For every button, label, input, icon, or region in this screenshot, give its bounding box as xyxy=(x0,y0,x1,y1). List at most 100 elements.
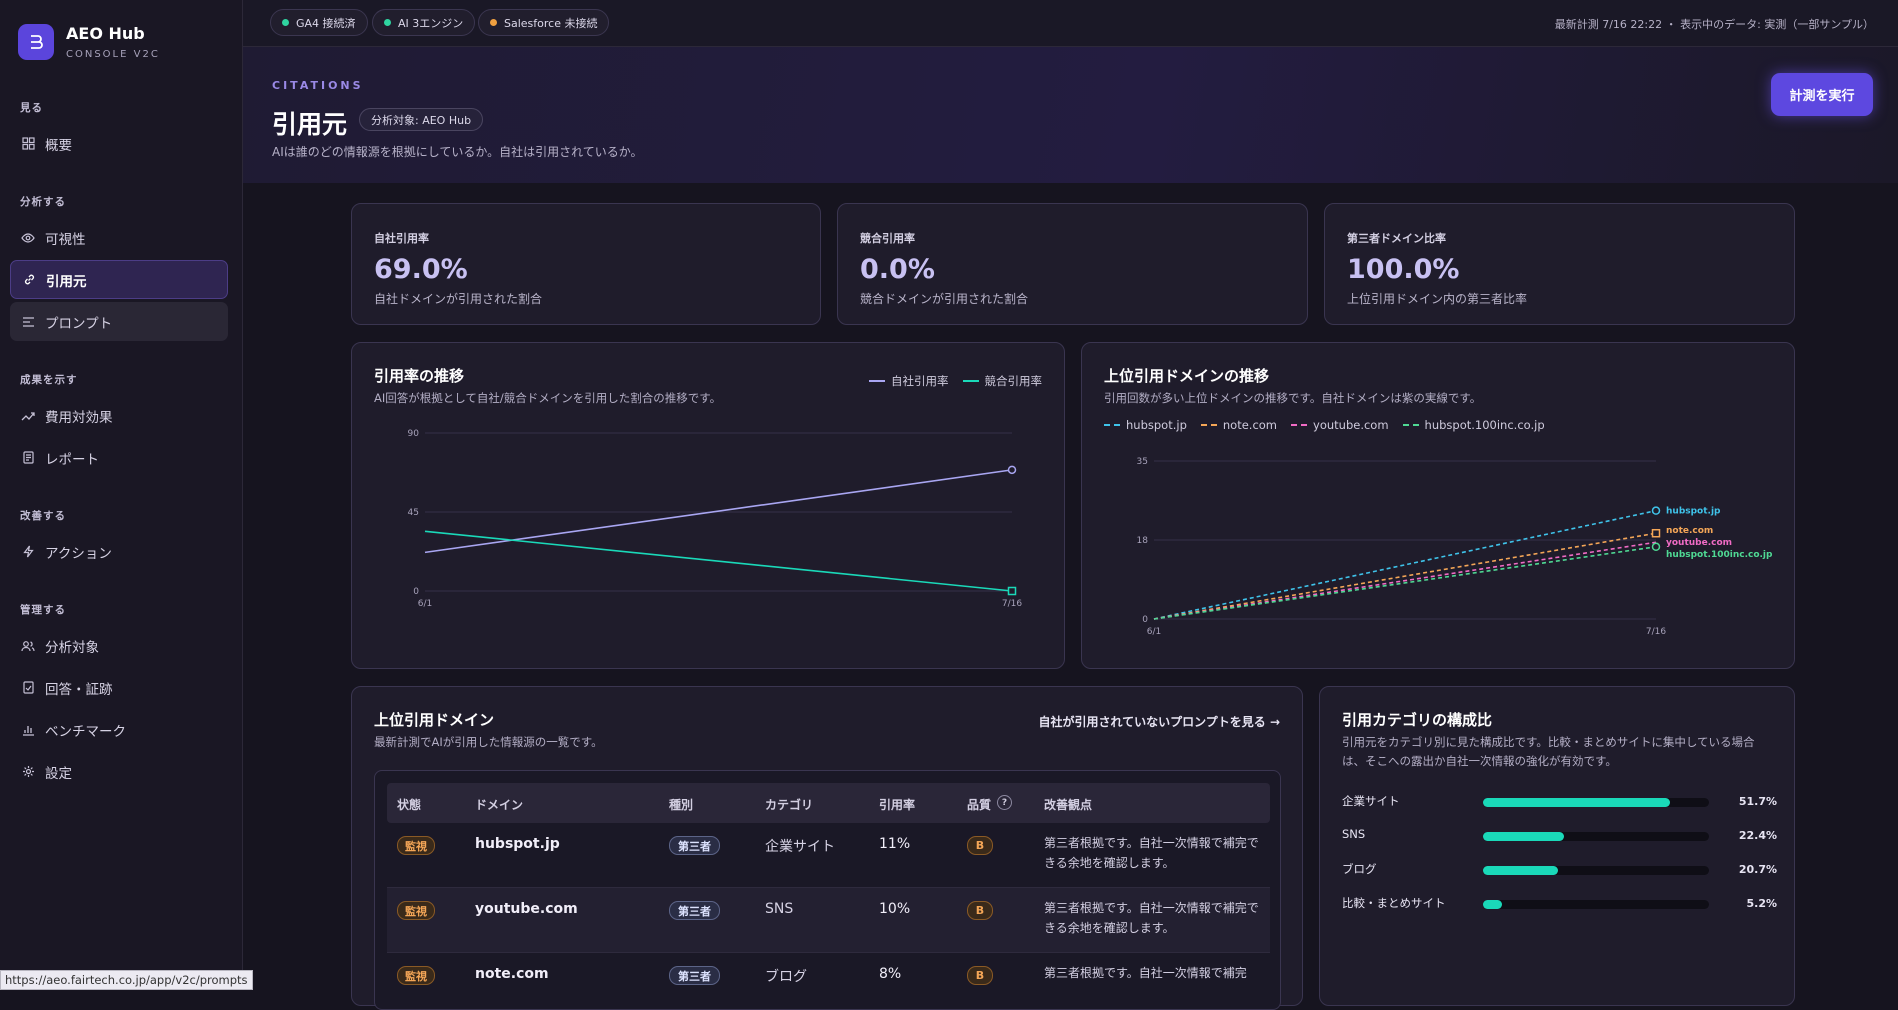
y-tick-label: 90 xyxy=(408,429,420,439)
data-point[interactable] xyxy=(1007,586,1017,596)
data-point[interactable] xyxy=(1651,542,1661,552)
category-bar-fill xyxy=(1483,900,1502,909)
brand-logo-icon xyxy=(18,24,54,60)
sidebar-item-label: 可視性 xyxy=(45,231,86,248)
breakdown-title: 引用カテゴリの構成比 xyxy=(1342,711,1493,729)
series-line[interactable] xyxy=(424,530,1013,592)
column-header[interactable]: 品質 xyxy=(967,796,991,813)
help-icon[interactable]: ? xyxy=(997,795,1012,810)
sidebar-item-citations[interactable]: 引用元 xyxy=(10,260,228,299)
document-icon xyxy=(21,451,35,465)
series-line[interactable] xyxy=(1153,545,1657,620)
sidebar-item-targets[interactable]: 分析対象 xyxy=(10,626,228,665)
table-row[interactable]: 監視 hubspot.jp 第三者 企業サイト 11% B 第三者根拠です。自社… xyxy=(387,823,1270,888)
sidebar-item-prompts[interactable]: プロンプト xyxy=(10,302,228,341)
data-point[interactable] xyxy=(1007,465,1017,475)
sidebar-item-evidence[interactable]: 回答・証跡 xyxy=(10,668,228,707)
improvement-note: 第三者根拠です。自社一次情報で補完 xyxy=(1044,966,1247,980)
sidebar-item-settings[interactable]: 設定 xyxy=(10,752,228,791)
type-badge: 第三者 xyxy=(669,901,720,920)
x-tick-label: 7/16 xyxy=(1002,599,1022,609)
category-bar-fill xyxy=(1483,798,1670,807)
x-tick-label: 6/1 xyxy=(418,599,432,609)
sidebar-item-actions[interactable]: アクション xyxy=(10,532,228,571)
column-header[interactable]: カテゴリ xyxy=(765,796,813,813)
nav-section-results: 成果を示す xyxy=(20,374,78,386)
domain-cell[interactable]: youtube.com xyxy=(475,901,578,917)
citation-rate-chart-card: 引用率の推移 AI回答が根拠として自社/競合ドメインを引用した割合の推移です。 … xyxy=(351,342,1065,669)
category-bar-row: 比較・まとめサイト 5.2% xyxy=(1342,895,1777,915)
sidebar-item-reports[interactable]: レポート xyxy=(10,438,228,477)
ai-engines-pill[interactable]: AI 3エンジン xyxy=(372,9,476,36)
table-description: 最新計測でAIが引用した情報源の一覧です。 xyxy=(374,735,603,749)
bolt-icon xyxy=(21,545,35,559)
pill-label: GA4 接続済 xyxy=(296,16,356,30)
series-line[interactable] xyxy=(1153,541,1657,620)
eye-icon xyxy=(21,231,35,245)
measurement-status: 最新計測 7/16 22:22 ・ 表示中のデータ: 実測（一部サンプル） xyxy=(1554,18,1874,31)
kpi-value: 100.0% xyxy=(1347,254,1460,285)
category-label: 企業サイト xyxy=(1342,794,1400,808)
sidebar-item-overview[interactable]: 概要 xyxy=(10,124,228,163)
column-header[interactable]: 種別 xyxy=(669,796,693,813)
type-badge: 第三者 xyxy=(669,966,720,985)
uncited-prompts-link[interactable]: 自社が引用されていないプロンプトを見る → xyxy=(1038,713,1280,730)
column-header[interactable]: 改善観点 xyxy=(1044,796,1092,813)
rate-cell: 10% xyxy=(879,901,911,917)
table-row[interactable]: 監視 youtube.com 第三者 SNS 10% B 第三者根拠です。自社一… xyxy=(387,888,1270,953)
sidebar-item-roi[interactable]: 費用対効果 xyxy=(10,396,228,435)
category-percent: 5.2% xyxy=(1746,897,1777,910)
table-row[interactable]: 監視 note.com 第三者 ブログ 8% B 第三者根拠です。自社一次情報で… xyxy=(387,953,1270,1009)
check-document-icon xyxy=(21,681,35,695)
nav-section-view: 見る xyxy=(20,102,43,114)
x-tick-label: 7/16 xyxy=(1646,627,1666,637)
sidebar-item-label: 回答・証跡 xyxy=(45,681,113,698)
data-point[interactable] xyxy=(1651,528,1661,538)
domain-trend-plot: 35 18 0 6/1 7/16 hubspot.jp note.com youtube.co… xyxy=(1137,457,1773,637)
category-bar-fill xyxy=(1483,832,1564,841)
category-label: 比較・まとめサイト xyxy=(1342,896,1446,910)
category-bar-row: ブログ 20.7% xyxy=(1342,861,1777,881)
brand[interactable]: AEO Hub CONSOLE V2C xyxy=(18,24,160,60)
salesforce-status-pill[interactable]: Salesforce 未接続 xyxy=(478,9,610,36)
sidebar: AEO Hub CONSOLE V2C 見る 概要 分析する 可視性 引用元 プ… xyxy=(0,0,243,990)
nav-section-improve: 改善する xyxy=(20,510,66,522)
list-icon xyxy=(21,315,35,329)
category-bar-track xyxy=(1483,900,1709,909)
column-header[interactable]: ドメイン xyxy=(475,796,523,813)
sidebar-item-label: レポート xyxy=(45,451,99,468)
status-badge: 監視 xyxy=(397,901,435,920)
nav-section-analyze: 分析する xyxy=(20,196,66,208)
sidebar-item-label: 費用対効果 xyxy=(45,409,113,426)
sidebar-item-benchmark[interactable]: ベンチマーク xyxy=(10,710,228,749)
page-eyebrow: CITATIONS xyxy=(272,79,364,92)
sidebar-item-visibility[interactable]: 可視性 xyxy=(10,218,228,257)
brand-name: AEO Hub xyxy=(66,24,145,43)
kpi-card-own-citation: 自社引用率 69.0% 自社ドメインが引用された割合 xyxy=(351,203,821,325)
status-badge: 監視 xyxy=(397,966,435,985)
data-point[interactable] xyxy=(1651,506,1661,515)
status-badge: 監視 xyxy=(397,836,435,855)
series-line[interactable] xyxy=(1153,509,1657,620)
column-header[interactable]: 状態 xyxy=(397,796,421,813)
x-tick-label: 6/1 xyxy=(1147,627,1161,637)
page-description: AIは誰のどの情報源を根拠にしているか。自社は引用されているか。 xyxy=(272,145,643,159)
top-domains-card: 上位引用ドメイン 最新計測でAIが引用した情報源の一覧です。 自社が引用されてい… xyxy=(351,686,1303,1010)
category-bar-track xyxy=(1483,832,1709,841)
trend-icon xyxy=(21,409,35,423)
quality-badge: B xyxy=(967,966,993,985)
domain-cell[interactable]: note.com xyxy=(475,966,549,982)
target-badge[interactable]: 分析対象: AEO Hub xyxy=(359,108,484,131)
run-measurement-button[interactable]: 計測を実行 xyxy=(1771,73,1873,116)
column-header[interactable]: 引用率 xyxy=(879,796,915,813)
series-end-label: hubspot.jp xyxy=(1666,507,1721,517)
ga4-status-pill[interactable]: GA4 接続済 xyxy=(270,9,368,36)
series-end-label: youtube.com xyxy=(1666,538,1732,548)
domain-cell[interactable]: hubspot.jp xyxy=(475,836,560,852)
kpi-card-third-party-ratio: 第三者ドメイン比率 100.0% 上位引用ドメイン内の第三者比率 xyxy=(1324,203,1795,325)
sidebar-item-label: プロンプト xyxy=(45,315,113,332)
series-line[interactable] xyxy=(1153,532,1657,620)
table-header: 状態 ドメイン 種別 カテゴリ 引用率 品質 ? 改善観点 xyxy=(387,783,1270,823)
kpi-label: 自社引用率 xyxy=(374,232,429,245)
nav-section-manage: 管理する xyxy=(20,604,66,616)
